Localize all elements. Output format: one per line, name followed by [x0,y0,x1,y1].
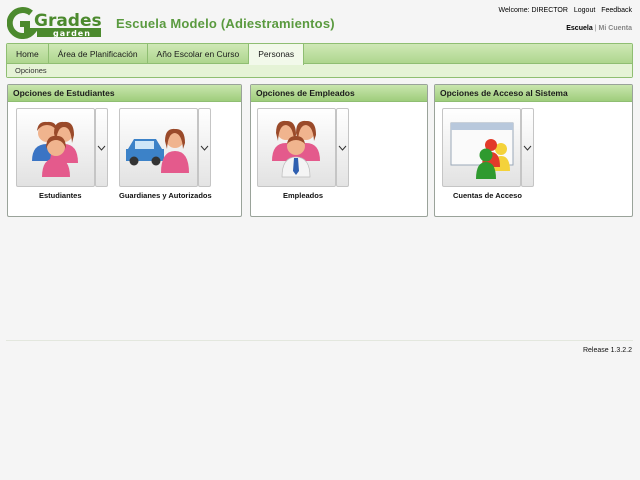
employees-tile-label[interactable]: Empleados [283,191,323,200]
school-title: Escuela Modelo (Adiestramientos) [116,16,335,31]
guardians-icon[interactable] [119,108,198,187]
tab-home[interactable]: Home [7,44,49,63]
students-options-panel: Opciones de Estudiantes Estudiantes Guar… [7,84,242,217]
students-panel-title: Opciones de Estudiantes [8,85,241,102]
top-links: Welcome: DIRECTOR Logout Feedback [495,7,632,14]
access-accounts-tile-label[interactable]: Cuentas de Acceso [453,191,522,200]
access-accounts-icon[interactable] [442,108,521,187]
employees-dropdown-button[interactable] [336,108,349,187]
employees-panel-title: Opciones de Empleados [251,85,427,102]
guardians-dropdown-button[interactable] [198,108,211,187]
release-version: Release 1.3.2.2 [582,347,632,354]
tab-planning-area[interactable]: Área de Planificación [49,44,148,63]
school-link[interactable]: Escuela [566,25,592,32]
chevron-down-icon [523,145,532,151]
logo-graphic: Grades garden [6,7,102,40]
subnav-options[interactable]: Opciones [7,64,632,77]
chevron-down-icon [97,145,106,151]
tab-people[interactable]: Personas [249,44,305,65]
feedback-link[interactable]: Feedback [601,7,632,14]
link-separator: | [594,25,597,32]
employees-icon[interactable] [257,108,336,187]
logo-text-bottom: garden [53,29,91,38]
employees-options-panel: Opciones de Empleados Empleados [250,84,428,217]
gradesgarden-logo[interactable]: Grades garden [6,7,103,40]
main-navigation: Home Área de Planificación Año Escolar e… [6,43,633,78]
logout-link[interactable]: Logout [574,7,595,14]
guardians-tile-label[interactable]: Guardianes y Autorizados [119,191,212,200]
welcome-text: Welcome: DIRECTOR [498,7,568,14]
chevron-down-icon [200,145,209,151]
footer-divider [6,340,633,341]
access-panel-title: Opciones de Acceso al Sistema [435,85,632,102]
tab-bar: Home Área de Planificación Año Escolar e… [7,44,632,65]
students-icon[interactable] [16,108,95,187]
students-dropdown-button[interactable] [95,108,108,187]
context-links: Escuela | Mi Cuenta [566,25,632,32]
students-tile-label[interactable]: Estudiantes [39,191,82,200]
chevron-down-icon [338,145,347,151]
my-account-link[interactable]: Mi Cuenta [599,25,632,32]
access-dropdown-button[interactable] [521,108,534,187]
access-options-panel: Opciones de Acceso al Sistema Cuentas de… [434,84,633,217]
tab-current-school-year[interactable]: Año Escolar en Curso [148,44,250,63]
